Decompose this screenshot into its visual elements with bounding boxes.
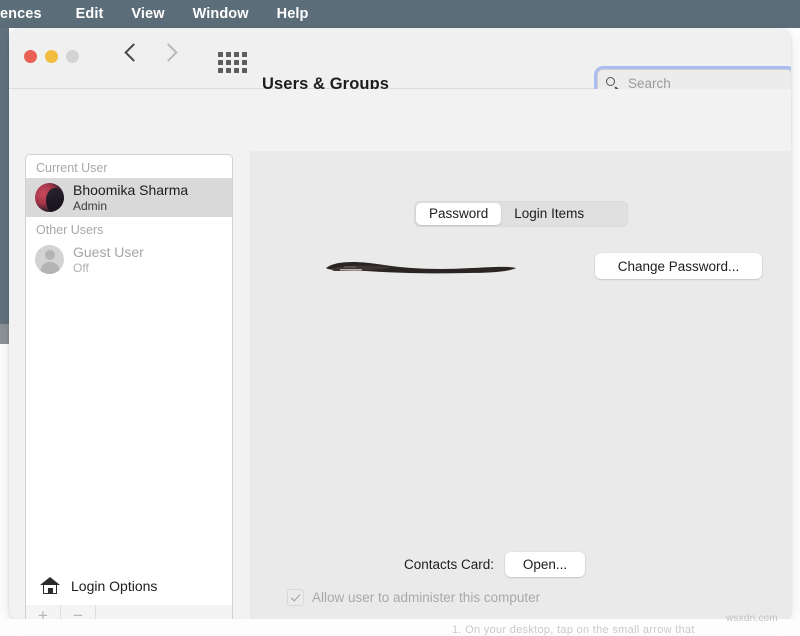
chevron-left-icon[interactable] xyxy=(124,43,142,61)
grid-dot xyxy=(242,60,247,65)
grid-view-icon[interactable] xyxy=(218,52,252,74)
user-name: Bhoomika Sharma xyxy=(73,182,188,199)
add-user-button[interactable]: + xyxy=(26,605,61,619)
allow-admin-checkbox[interactable] xyxy=(287,589,304,606)
navigation-arrows xyxy=(127,46,175,59)
menu-item-help[interactable]: Help xyxy=(263,0,323,28)
users-and-groups-window: Users & Groups Search Current User Bhoom… xyxy=(9,28,791,619)
grid-dot xyxy=(242,68,247,73)
user-list-toolbar: + − xyxy=(25,605,233,619)
tab-password[interactable]: Password xyxy=(416,203,501,225)
background-left-strip-lower xyxy=(0,324,9,344)
menu-bar: ences Edit View Window Help xyxy=(0,0,800,28)
menu-item-edit[interactable]: Edit xyxy=(62,0,118,28)
home-icon xyxy=(40,577,60,594)
open-contacts-card-button[interactable]: Open... xyxy=(505,552,585,577)
remove-user-button[interactable]: − xyxy=(61,605,96,619)
grid-dot xyxy=(234,60,239,65)
sidebar-item-login-options[interactable]: Login Options xyxy=(25,566,233,606)
zoom-button[interactable] xyxy=(66,50,79,63)
user-name: Guest User xyxy=(73,244,144,261)
menu-item-system-preferences[interactable]: ences xyxy=(0,0,62,28)
avatar xyxy=(35,183,64,212)
user-list-item-bhoomika-sharma[interactable]: Bhoomika Sharma Admin xyxy=(26,178,232,217)
user-text: Guest User Off xyxy=(73,244,144,276)
grid-dot xyxy=(226,60,231,65)
background-left-strip xyxy=(0,28,9,324)
menu-item-window[interactable]: Window xyxy=(179,0,263,28)
chevron-right-icon[interactable] xyxy=(159,43,177,61)
user-role: Admin xyxy=(73,199,188,214)
tab-login-items[interactable]: Login Items xyxy=(501,203,597,225)
group-header-other-users: Other Users xyxy=(26,217,232,240)
user-list-item-guest-user[interactable]: Guest User Off xyxy=(26,240,232,279)
contacts-card-label: Contacts Card: xyxy=(404,557,494,572)
user-list: Current User Bhoomika Sharma Admin Other… xyxy=(25,154,233,570)
grid-dot xyxy=(234,52,239,57)
grid-dot xyxy=(234,68,239,73)
window-titlebar: Users & Groups Search xyxy=(9,28,791,89)
close-button[interactable] xyxy=(24,50,37,63)
background-page-text: 1. On your desktop, tap on the small arr… xyxy=(452,624,695,636)
traffic-light-controls xyxy=(24,50,79,63)
grid-dot xyxy=(226,68,231,73)
grid-dot xyxy=(218,68,223,73)
pane-tabs: Password Login Items xyxy=(414,201,628,227)
grid-dot xyxy=(242,52,247,57)
group-header-current-user: Current User xyxy=(26,155,232,178)
grid-dot xyxy=(226,52,231,57)
change-password-button[interactable]: Change Password... xyxy=(595,253,762,279)
window-body: Current User Bhoomika Sharma Admin Other… xyxy=(9,89,791,619)
contacts-card-row: Contacts Card: Open... xyxy=(404,552,585,577)
redacted-username-scribble xyxy=(322,257,520,277)
minimize-button[interactable] xyxy=(45,50,58,63)
grid-dot xyxy=(218,60,223,65)
menu-item-view[interactable]: View xyxy=(117,0,178,28)
home-door xyxy=(48,588,53,594)
login-options-label: Login Options xyxy=(71,578,157,594)
avatar xyxy=(35,245,64,274)
watermark: wsxdn.com xyxy=(726,613,778,624)
user-status: Off xyxy=(73,261,144,276)
allow-admin-checkbox-row[interactable]: Allow user to administer this computer xyxy=(287,589,540,606)
grid-dot xyxy=(218,52,223,57)
desktop-background: ences Edit View Window Help xyxy=(0,0,800,634)
user-text: Bhoomika Sharma Admin xyxy=(73,182,188,214)
allow-admin-label: Allow user to administer this computer xyxy=(312,590,540,605)
